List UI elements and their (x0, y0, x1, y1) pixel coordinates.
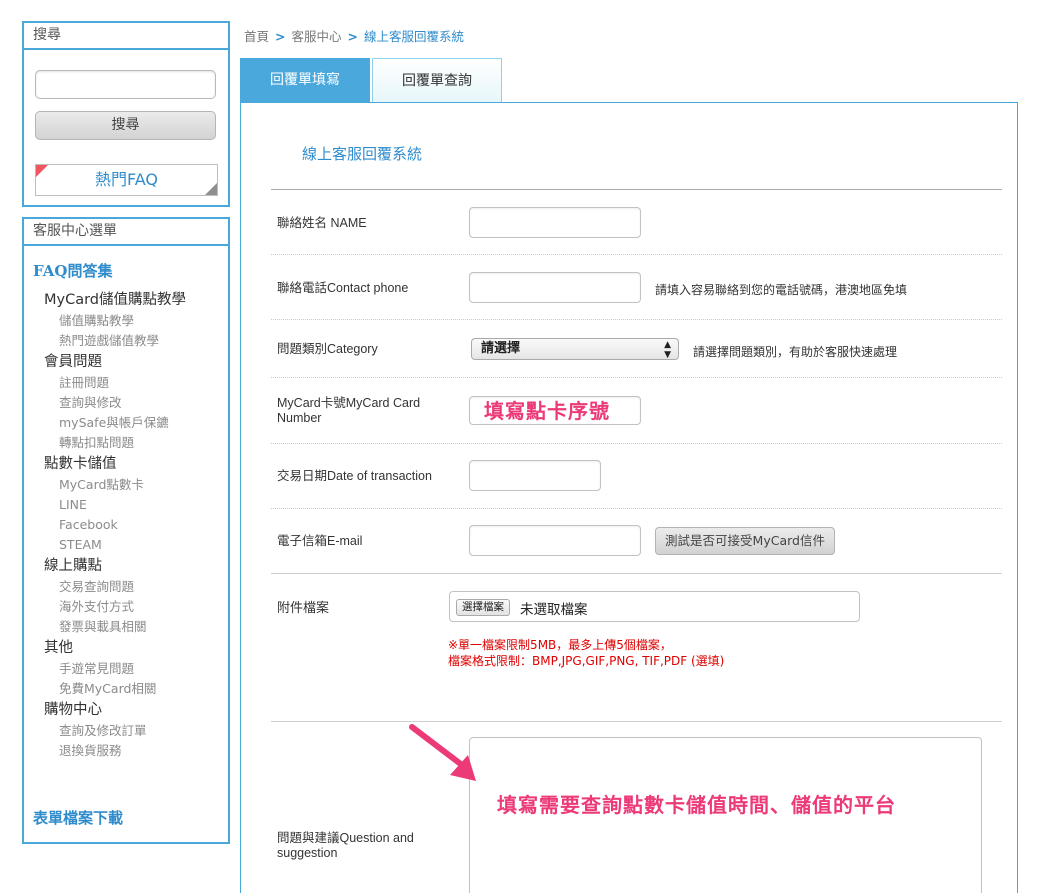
service-menu-panel: 客服中心選單 FAQ問答集 MyCard儲值購點教學 儲值購點教學 熱門遊戲儲值… (22, 217, 230, 844)
email-label: 電子信箱E-mail (277, 534, 363, 548)
hot-faq-label: 熱門FAQ (95, 170, 158, 189)
search-panel: 搜尋 搜尋 熱門FAQ (22, 21, 230, 207)
menu-item[interactable]: STEAM (44, 535, 224, 555)
breadcrumb: 首頁 > 客服中心 > 線上客服回覆系統 (244, 26, 464, 45)
test-email-button[interactable]: 測試是否可接受MyCard信件 (655, 527, 835, 555)
menu-item[interactable]: LINE (44, 495, 224, 515)
question-label-line2: suggestion (277, 846, 338, 860)
menu-group: 線上購點 交易查詢問題 海外支付方式 發票與載具相關 (44, 555, 224, 637)
question-label: 問題與建議Question and suggestion (277, 831, 414, 861)
menu-item[interactable]: 免費MyCard相關 (44, 679, 224, 699)
divider (271, 377, 1002, 378)
menu-group: 會員問題 註冊問題 查詢與修改 mySafe與帳戶保鑣 轉點扣點問題 (44, 351, 224, 453)
card-number-label-line2: Number (277, 411, 322, 425)
menu-category[interactable]: 會員問題 (44, 351, 224, 373)
divider (271, 573, 1002, 574)
menu-item[interactable]: MyCard點數卡 (44, 475, 224, 495)
menu-group: MyCard儲值購點教學 儲值購點教學 熱門遊戲儲值教學 (44, 289, 224, 351)
file-upload-field[interactable]: 選擇檔案 未選取檔案 (449, 591, 860, 622)
divider (271, 319, 1002, 320)
breadcrumb-home[interactable]: 首頁 (244, 29, 269, 44)
menu-item[interactable]: 查詢與修改 (44, 393, 224, 413)
card-number-label: MyCard卡號MyCard Card Number (277, 396, 420, 426)
email-input[interactable] (469, 525, 641, 556)
menu-list: MyCard儲值購點教學 儲值購點教學 熱門遊戲儲值教學 會員問題 註冊問題 查… (44, 289, 224, 761)
menu-item[interactable]: 儲值購點教學 (44, 311, 224, 331)
menu-item[interactable]: 發票與載具相關 (44, 617, 224, 637)
menu-item[interactable]: 手遊常見問題 (44, 659, 224, 679)
divider (271, 443, 1002, 444)
phone-input[interactable] (469, 272, 641, 303)
category-selected-value: 請選擇 (481, 341, 521, 356)
breadcrumb-current[interactable]: 線上客服回覆系統 (364, 29, 464, 44)
menu-category[interactable]: MyCard儲值購點教學 (44, 289, 224, 311)
menu-item[interactable]: 熱門遊戲儲值教學 (44, 331, 224, 351)
menu-item[interactable]: 退換貨服務 (44, 741, 224, 761)
category-hint: 請選擇問題類別，有助於客服快速處理 (693, 345, 898, 359)
form-download-link[interactable]: 表單檔案下載 (33, 807, 123, 828)
card-number-input[interactable]: 填寫點卡序號 (469, 396, 641, 425)
menu-item[interactable]: 查詢及修改訂單 (44, 721, 224, 741)
menu-item[interactable]: mySafe與帳戶保鑣 (44, 413, 224, 433)
menu-item[interactable]: 海外支付方式 (44, 597, 224, 617)
breadcrumb-separator: > (347, 29, 358, 44)
divider (271, 254, 1002, 255)
menu-group: 購物中心 查詢及修改訂單 退換貨服務 (44, 699, 224, 761)
menu-group: 點數卡儲值 MyCard點數卡 LINE Facebook STEAM (44, 453, 224, 555)
menu-category[interactable]: 購物中心 (44, 699, 224, 721)
menu-item[interactable]: Facebook (44, 515, 224, 535)
reply-form-panel: 線上客服回覆系統 聯絡姓名 NAME 聯絡電話Contact phone 請填入… (240, 102, 1018, 893)
menu-category[interactable]: 線上購點 (44, 555, 224, 577)
faq-heading-link[interactable]: FAQ問答集 (33, 260, 112, 281)
attachment-note-line2: 檔案格式限制：BMP,JPG,GIF,PNG, TIF,PDF (選填) (448, 654, 725, 668)
hot-faq-button[interactable]: 熱門FAQ (35, 164, 218, 196)
phone-label: 聯絡電話Contact phone (277, 281, 409, 295)
service-menu-title: 客服中心選單 (24, 219, 228, 246)
form-title: 線上客服回覆系統 (302, 145, 423, 163)
divider (271, 721, 1002, 722)
name-label: 聯絡姓名 NAME (277, 216, 367, 230)
menu-category[interactable]: 其他 (44, 637, 224, 659)
question-annotation: 填寫需要查詢點數卡儲值時間、儲值的平台 (497, 793, 896, 817)
card-number-label-line1: MyCard卡號MyCard Card (277, 396, 421, 410)
menu-category[interactable]: 點數卡儲值 (44, 453, 224, 475)
question-label-line1: 問題與建議Question and (277, 831, 414, 845)
attachment-note-line1: ※單一檔案限制5MB，最多上傳5個檔案， (448, 638, 672, 652)
category-label: 問題類別Category (277, 342, 378, 356)
menu-item[interactable]: 轉點扣點問題 (44, 433, 224, 453)
phone-hint: 請填入容易聯絡到您的電話號碼，港澳地區免填 (655, 283, 908, 297)
name-input[interactable] (469, 207, 641, 238)
divider (271, 189, 1002, 190)
attachment-label: 附件檔案 (277, 600, 330, 615)
corner-fold-icon (205, 183, 217, 195)
pointer-arrow-icon (409, 724, 476, 781)
search-panel-title: 搜尋 (24, 23, 228, 50)
breadcrumb-separator: > (275, 29, 286, 44)
menu-item[interactable]: 註冊問題 (44, 373, 224, 393)
menu-item[interactable]: 交易查詢問題 (44, 577, 224, 597)
search-input[interactable] (35, 70, 216, 99)
search-button[interactable]: 搜尋 (35, 111, 216, 140)
menu-group: 其他 手遊常見問題 免費MyCard相關 (44, 637, 224, 699)
corner-tab-icon (36, 165, 48, 177)
select-arrows-icon: ▲ ▼ (664, 340, 671, 360)
breadcrumb-section[interactable]: 客服中心 (292, 29, 342, 44)
transaction-date-input[interactable] (469, 460, 601, 491)
transaction-date-label: 交易日期Date of transaction (277, 469, 432, 483)
card-number-annotation: 填寫點卡序號 (484, 399, 610, 423)
category-select[interactable]: 請選擇 ▲ ▼ (471, 338, 679, 360)
choose-file-button[interactable]: 選擇檔案 (456, 599, 510, 616)
tab-reply-form[interactable]: 回覆單填寫 (240, 58, 370, 103)
file-status-text: 未選取檔案 (520, 602, 588, 618)
tab-reply-query[interactable]: 回覆單查詢 (372, 58, 502, 103)
divider (271, 508, 1002, 509)
